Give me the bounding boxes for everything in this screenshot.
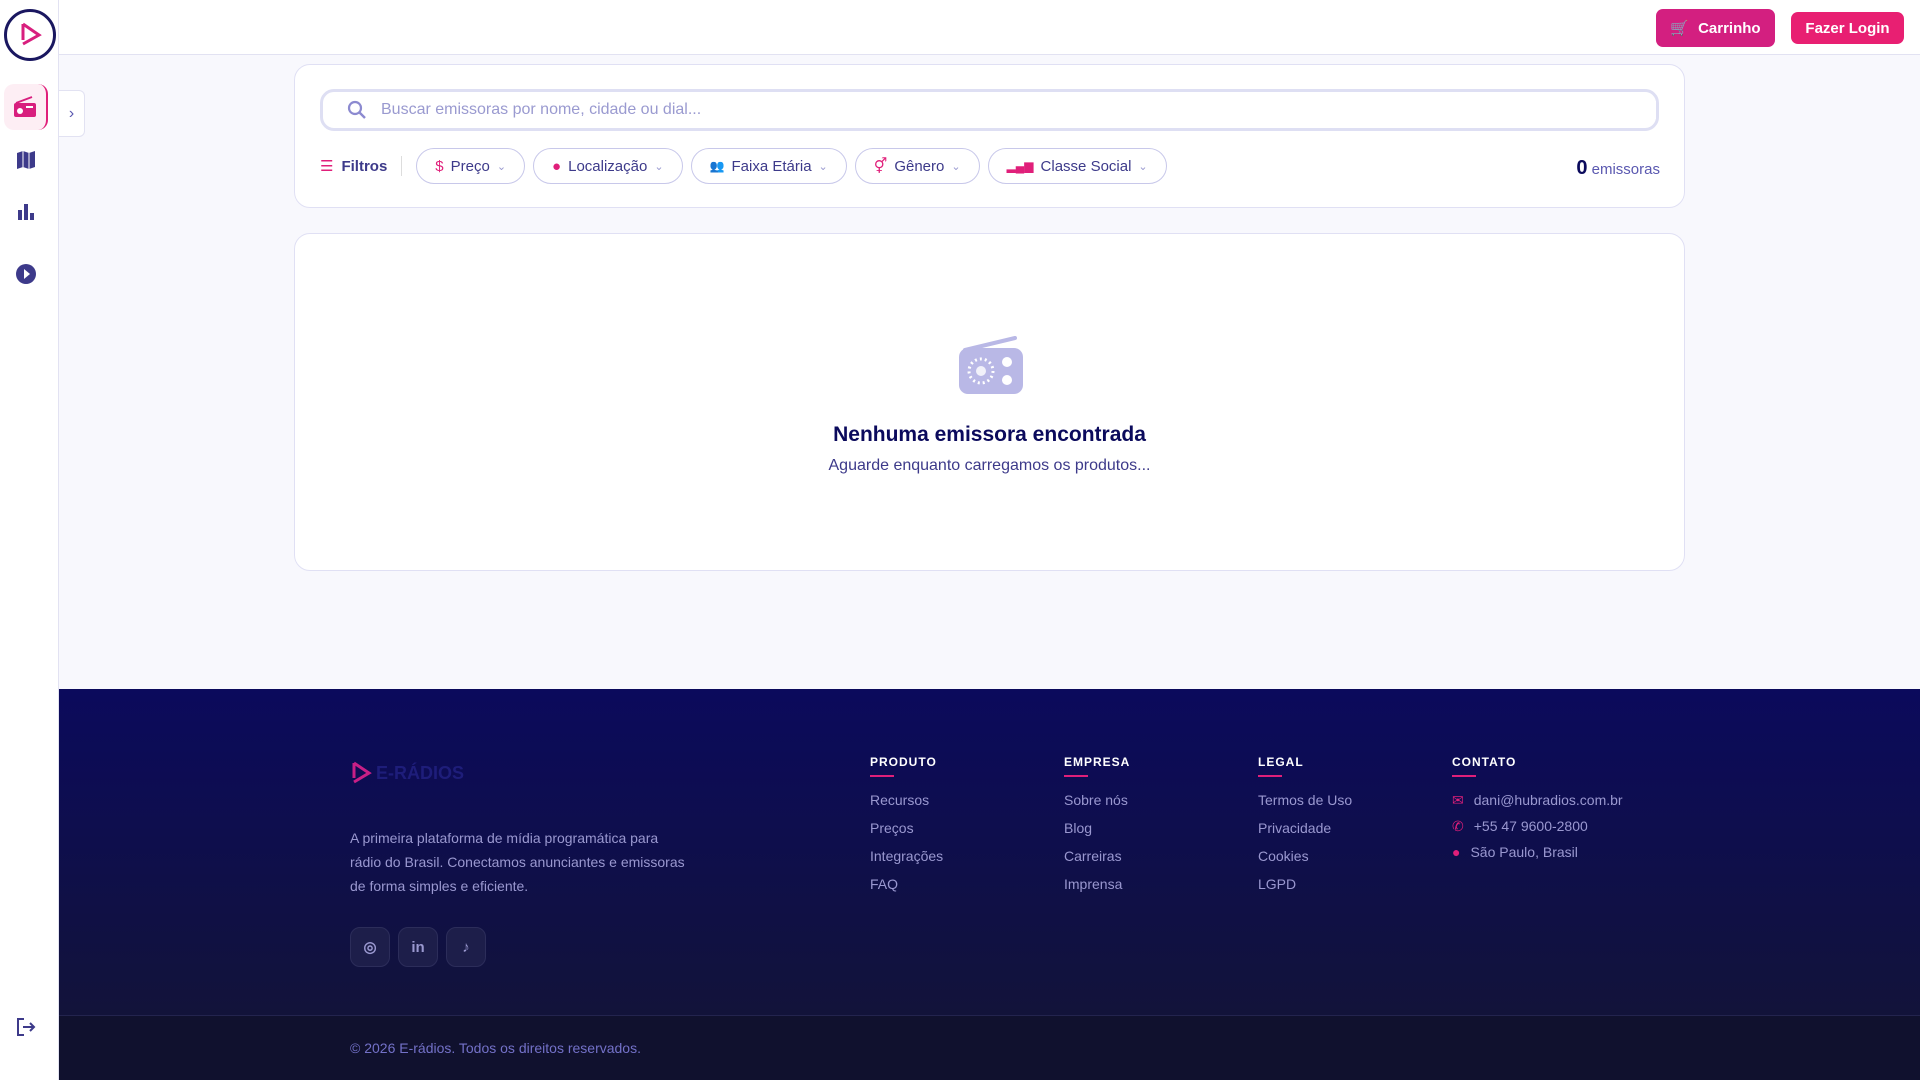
mail-icon: ✉ xyxy=(1452,791,1464,808)
empty-title: Nenhuma emissora encontrada xyxy=(833,423,1146,446)
location-text: São Paulo, Brasil xyxy=(1470,844,1578,860)
search-input[interactable] xyxy=(381,101,1656,119)
filter-age[interactable]: 👥 Faixa Etária ⌄ xyxy=(690,148,847,184)
footer-link[interactable]: Termos de Uso xyxy=(1258,792,1352,820)
phone-text: +55 47 9600-2800 xyxy=(1473,818,1588,834)
sidebar-item-analytics[interactable] xyxy=(4,189,48,235)
play-icon xyxy=(16,264,36,284)
footer-link[interactable]: Blog xyxy=(1064,820,1130,848)
sidebar-item-map[interactable] xyxy=(4,137,48,183)
footer-logo-text: E-RÁDIOS xyxy=(376,762,465,783)
filters-icon: ☰ xyxy=(320,158,334,175)
footer-column-contato: CONTATO ✉ dani@hubradios.com.br ✆ +55 47 9… xyxy=(1452,755,1623,865)
filter-social-class[interactable]: ▂▄▆ Classe Social ⌄ xyxy=(987,148,1167,184)
footer-link[interactable]: Recursos xyxy=(870,792,943,820)
linkedin-icon: in xyxy=(411,938,425,956)
column-title: EMPRESA xyxy=(1064,755,1131,769)
login-label: Fazer Login xyxy=(1805,19,1890,37)
chevron-down-icon: ⌄ xyxy=(496,160,507,173)
top-header: 🛒 Carrinho Fazer Login xyxy=(59,0,1920,55)
chip-label: Classe Social xyxy=(1040,157,1132,175)
copyright: © 2026 E-rádios. Todos os direitos reser… xyxy=(350,1040,641,1056)
footer-link[interactable]: Sobre nós xyxy=(1064,792,1130,820)
footer-bottom-bar: © 2026 E-rádios. Todos os direitos reser… xyxy=(59,1015,1920,1080)
empty-subtitle: Aguarde enquanto carregamos os produtos.… xyxy=(828,457,1151,474)
footer-link[interactable]: FAQ xyxy=(870,876,943,904)
logout-icon xyxy=(17,1018,36,1036)
gender-icon: ⚥ xyxy=(873,158,888,175)
linkedin-button[interactable]: in xyxy=(398,927,438,967)
radio-empty-icon xyxy=(958,336,1023,394)
footer-description: A primeira plataforma de mídia programát… xyxy=(350,830,685,894)
count-label: emissoras xyxy=(1591,161,1660,178)
column-title: LEGAL xyxy=(1258,755,1304,769)
cart-label: Carrinho xyxy=(1698,19,1761,37)
filters-label: Filtros xyxy=(341,157,388,175)
people-icon: 👥 xyxy=(709,159,725,173)
phone-icon: ✆ xyxy=(1452,817,1464,834)
cart-button[interactable]: 🛒 Carrinho xyxy=(1656,9,1775,47)
filter-location[interactable]: ● Localização ⌄ xyxy=(533,148,683,184)
tiktok-icon: ♪ xyxy=(462,938,470,956)
footer-column-produto: PRODUTO Recursos Preços Integrações FAQ xyxy=(870,755,943,904)
logout-button[interactable] xyxy=(4,1004,48,1050)
filter-price[interactable]: $ Preço ⌄ xyxy=(416,148,526,184)
contact-email[interactable]: ✉ dani@hubradios.com.br xyxy=(1452,787,1623,813)
search-icon xyxy=(347,100,366,119)
chevron-right-icon: › xyxy=(68,104,75,122)
chip-label: Localização xyxy=(568,157,648,175)
footer-link[interactable]: LGPD xyxy=(1258,876,1352,904)
results-count: 0 emissoras xyxy=(1576,157,1660,180)
footer-link[interactable]: Cookies xyxy=(1258,848,1352,876)
login-button[interactable]: Fazer Login xyxy=(1791,12,1904,44)
chevron-down-icon: ⌄ xyxy=(1138,160,1148,173)
footer xyxy=(59,689,1920,1015)
column-title: PRODUTO xyxy=(870,755,937,769)
search-panel: ☰ Filtros $ Preço ⌄ ● Localização ⌄ 👥 Faixa E… xyxy=(294,64,1685,208)
footer-link[interactable]: Integrações xyxy=(870,848,943,876)
sidebar-expand-toggle[interactable]: › xyxy=(59,90,85,137)
location-pin-icon: ● xyxy=(1452,844,1461,860)
email-text: dani@hubradios.com.br xyxy=(1473,792,1623,808)
tiktok-button[interactable]: ♪ xyxy=(446,927,486,967)
contact-location: ● São Paulo, Brasil xyxy=(1452,839,1623,865)
instagram-icon: ◎ xyxy=(363,939,377,956)
sidebar-item-radios[interactable] xyxy=(4,84,48,130)
column-title: CONTATO xyxy=(1452,755,1517,769)
logo[interactable] xyxy=(4,9,56,61)
divider xyxy=(401,156,403,176)
chevron-down-icon: ⌄ xyxy=(818,160,828,173)
footer-link[interactable]: Carreiras xyxy=(1064,848,1130,876)
footer-link[interactable]: Privacidade xyxy=(1258,820,1352,848)
dollar-icon: $ xyxy=(435,157,444,175)
map-icon xyxy=(17,151,35,169)
chart-icon xyxy=(18,204,34,220)
chevron-down-icon: ⌄ xyxy=(951,160,961,173)
contact-phone[interactable]: ✆ +55 47 9600-2800 xyxy=(1452,813,1623,839)
location-pin-icon: ● xyxy=(552,157,562,175)
chip-label: Preço xyxy=(450,157,490,175)
chip-label: Faixa Etária xyxy=(731,157,812,175)
instagram-button[interactable]: ◎ xyxy=(350,927,390,967)
sidebar-item-player[interactable] xyxy=(4,251,48,297)
social-links: ◎ in ♪ xyxy=(350,927,486,967)
sidebar xyxy=(0,0,59,1080)
count-value: 0 xyxy=(1576,157,1588,179)
filter-bar: ☰ Filtros $ Preço ⌄ ● Localização ⌄ 👥 Faixa E… xyxy=(320,148,1167,184)
footer-logo: E-RÁDIOS xyxy=(350,760,464,786)
footer-link[interactable]: Preços xyxy=(870,820,943,848)
signal-bars-icon: ▂▄▆ xyxy=(1006,159,1034,173)
footer-column-legal: LEGAL Termos de Uso Privacidade Cookies … xyxy=(1258,755,1352,904)
footer-column-empresa: EMPRESA Sobre nós Blog Carreiras Imprens… xyxy=(1064,755,1130,904)
filter-gender[interactable]: ⚥ Gênero ⌄ xyxy=(854,148,980,184)
chevron-down-icon: ⌄ xyxy=(654,160,664,173)
footer-link[interactable]: Imprensa xyxy=(1064,876,1130,904)
search-box[interactable] xyxy=(320,89,1659,131)
cart-icon: 🛒 xyxy=(1670,20,1690,37)
chip-label: Gênero xyxy=(894,157,945,175)
results-panel: Nenhuma emissora encontrada Aguarde enqu… xyxy=(294,233,1685,571)
radio-icon xyxy=(14,96,36,117)
